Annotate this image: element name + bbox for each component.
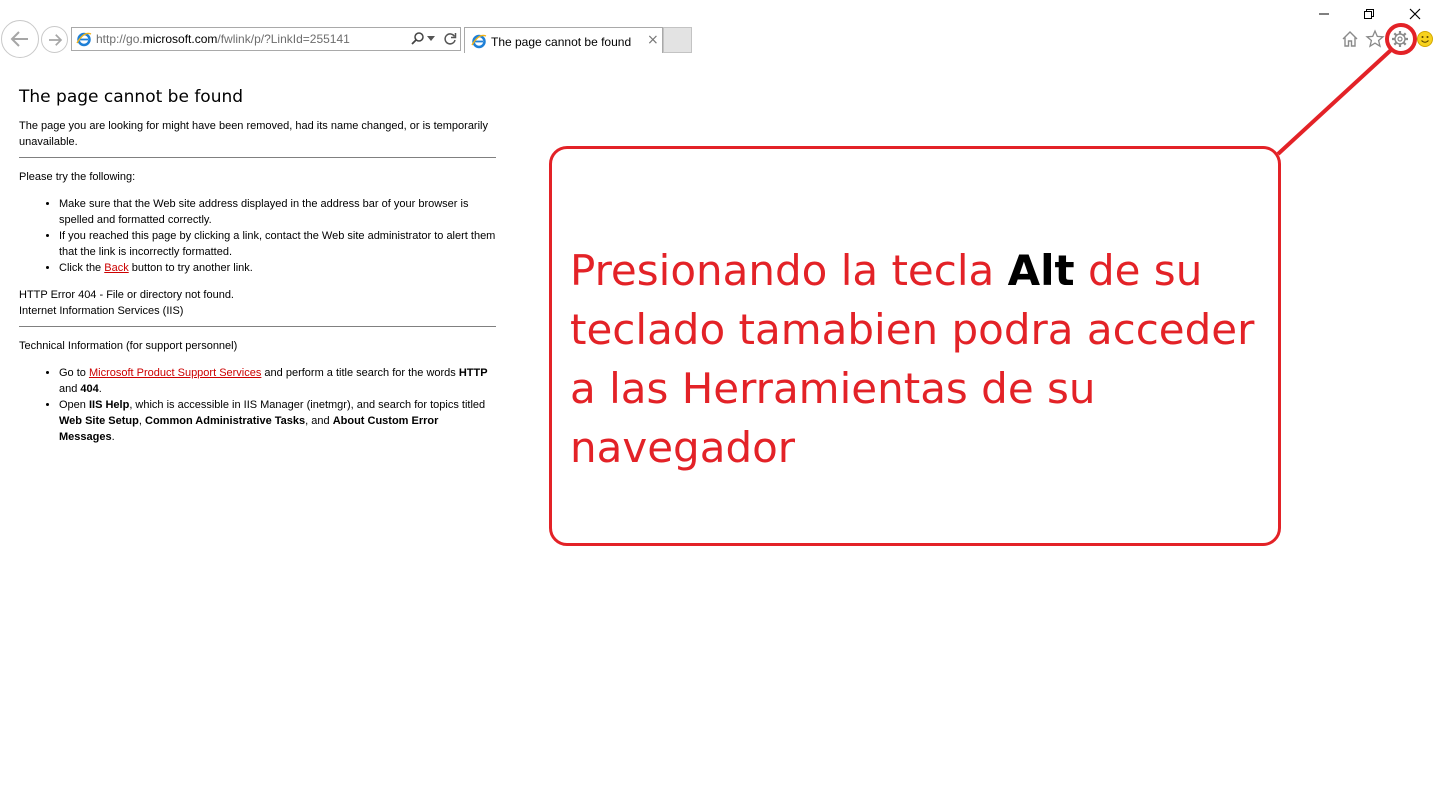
ie-logo-icon (76, 32, 92, 47)
tab-close-icon[interactable]: × (647, 32, 659, 48)
tech-heading: Technical Information (for support perso… (19, 340, 238, 352)
annotation-text: Presionando la tecla Alt de su teclado t… (570, 246, 1255, 472)
restore-button[interactable] (1359, 5, 1379, 23)
forward-arrow-icon (48, 33, 62, 46)
search-icon[interactable] (410, 31, 426, 47)
forward-button[interactable] (41, 26, 68, 53)
back-arrow-icon (10, 31, 28, 47)
support-services-link[interactable]: Microsoft Product Support Services (89, 367, 261, 379)
minimize-icon (1319, 13, 1329, 15)
error-intro: The page you are looking for might have … (19, 120, 488, 148)
pointer-line (1276, 48, 1393, 156)
page-title: The page cannot be found (19, 87, 244, 107)
ie-logo-icon (471, 34, 487, 49)
home-icon[interactable] (1340, 29, 1360, 49)
dropdown-arrow-icon[interactable] (427, 36, 435, 42)
new-tab-button[interactable] (663, 27, 692, 53)
smiley-feedback-icon[interactable] (1416, 29, 1434, 49)
list-item: Open IIS Help, which is accessible in II… (59, 397, 496, 445)
try-list: Make sure that the Web site address disp… (19, 196, 496, 276)
address-bar[interactable]: http://go.microsoft.com/fwlink/p/?LinkId… (71, 27, 461, 51)
minimize-button[interactable] (1314, 5, 1334, 23)
tab-active[interactable]: The page cannot be found × (464, 27, 663, 53)
error-page-content: The page cannot be found The page you ar… (19, 86, 496, 456)
tab-title: The page cannot be found (491, 35, 632, 49)
back-link[interactable]: Back (104, 262, 128, 274)
restore-icon (1364, 9, 1374, 19)
divider (19, 157, 496, 158)
close-window-button[interactable] (1405, 5, 1425, 23)
gear-icon[interactable] (1390, 29, 1410, 49)
close-icon (1409, 8, 1421, 20)
browser-toolbar: http://go.microsoft.com/fwlink/p/?LinkId… (0, 0, 1440, 60)
tech-list: Go to Microsoft Product Support Services… (19, 365, 496, 445)
url-text: http://go.microsoft.com/fwlink/p/?LinkId… (96, 32, 350, 46)
list-item: Click the Back button to try another lin… (59, 260, 496, 276)
http-error: HTTP Error 404 - File or directory not f… (19, 289, 234, 301)
try-heading: Please try the following: (19, 171, 136, 183)
refresh-icon[interactable] (442, 31, 458, 47)
favorites-star-icon[interactable] (1365, 29, 1385, 49)
annotation-callout: Presionando la tecla Alt de su teclado t… (549, 146, 1281, 546)
divider (19, 326, 496, 327)
alt-key-label: Alt (1007, 246, 1075, 295)
server-name: Internet Information Services (IIS) (19, 305, 184, 317)
list-item: If you reached this page by clicking a l… (59, 228, 496, 260)
list-item: Make sure that the Web site address disp… (59, 196, 496, 228)
list-item: Go to Microsoft Product Support Services… (59, 365, 496, 397)
back-button[interactable] (1, 20, 39, 58)
